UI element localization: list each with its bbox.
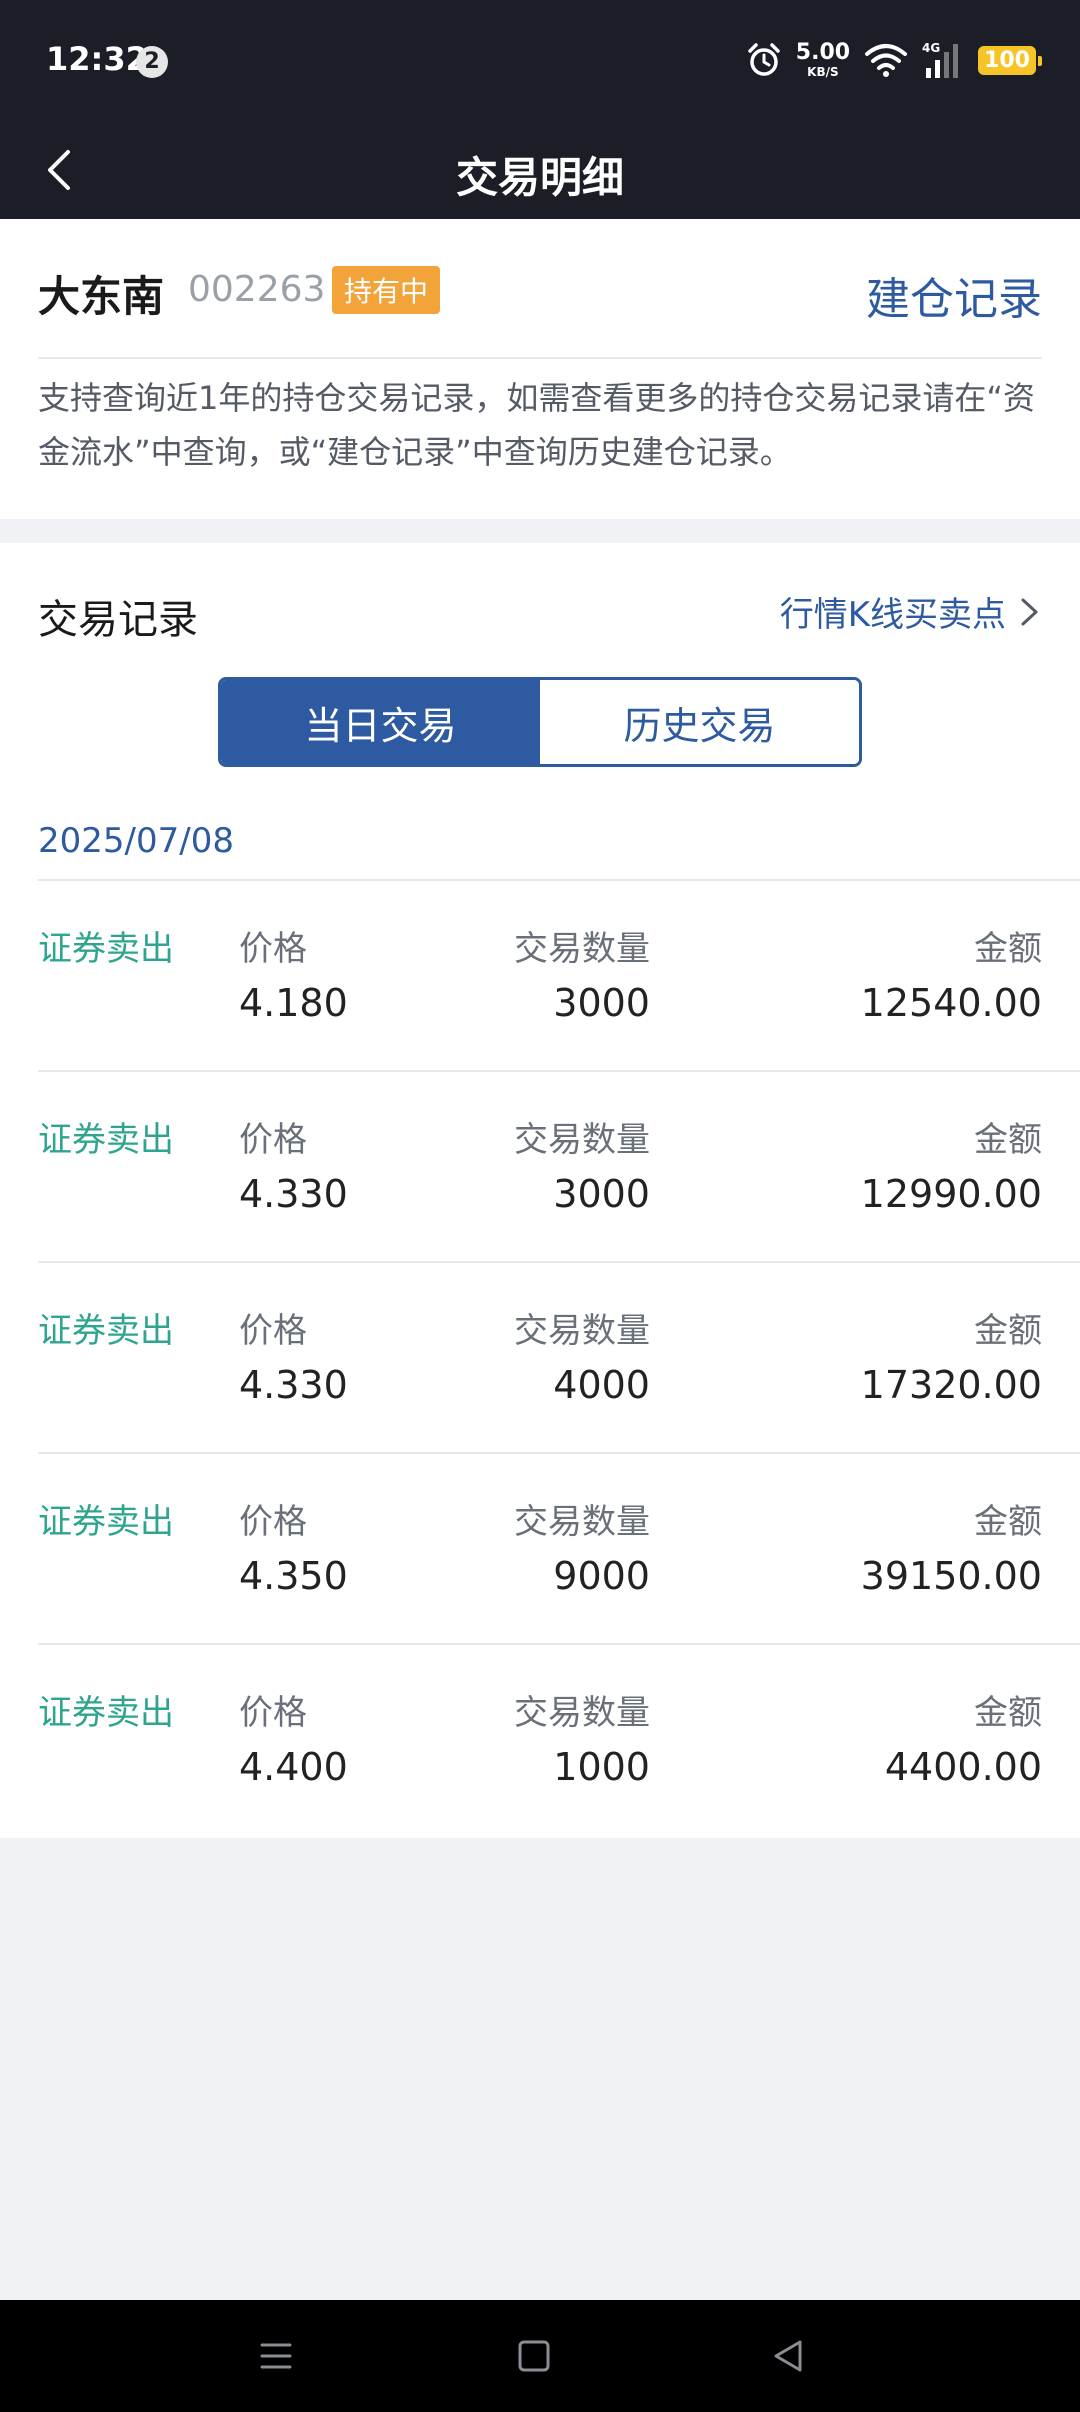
quantity-value: 9000	[553, 1554, 650, 1598]
quantity-label: 交易数量	[514, 1311, 650, 1351]
trade-type: 证券卖出	[38, 1311, 174, 1351]
quantity-value: 4000	[553, 1363, 650, 1407]
amount-label: 金额	[974, 1311, 1042, 1351]
amount-label: 金额	[974, 929, 1042, 969]
net-speed-value: 5.00	[795, 40, 851, 65]
stock-code: 002263	[188, 269, 326, 310]
trade-date: 2025/07/08	[38, 821, 234, 861]
price-label: 价格	[239, 1311, 307, 1351]
battery-icon: 100	[978, 45, 1042, 75]
back-icon[interactable]	[768, 2336, 808, 2376]
home-icon[interactable]	[514, 2336, 554, 2376]
network-type-label: 4G	[922, 41, 940, 55]
divider	[38, 357, 1042, 359]
price-label: 价格	[239, 1693, 307, 1733]
amount-value: 12540.00	[860, 981, 1042, 1025]
signal-icon: 4G	[922, 41, 959, 78]
trade-period-tabs: 当日交易 历史交易	[218, 677, 862, 767]
amount-label: 金额	[974, 1693, 1042, 1733]
alarm-icon	[748, 43, 780, 76]
trade-row[interactable]: 证券卖出 价格 4.350 交易数量 9000 金额 39150.00	[38, 1454, 1080, 1645]
amount-label: 金额	[974, 1120, 1042, 1160]
net-speed: 5.00 KB/S	[795, 40, 851, 79]
notification-count-badge: 2	[136, 46, 168, 78]
trade-type: 证券卖出	[38, 1120, 174, 1160]
price-label: 价格	[239, 1502, 307, 1542]
price-value: 4.350	[239, 1554, 348, 1598]
system-nav-bar	[0, 2300, 1080, 2412]
build-record-link[interactable]: 建仓记录	[866, 263, 1042, 327]
quantity-value: 3000	[553, 981, 650, 1025]
wifi-icon	[865, 44, 908, 77]
stock-info-card: 大东南 002263 持有中 建仓记录 支持查询近1年的持仓交易记录，如需查看更…	[0, 219, 1080, 519]
trade-row[interactable]: 证券卖出 价格 4.330 交易数量 3000 金额 12990.00	[38, 1072, 1080, 1263]
price-value: 4.330	[239, 1363, 348, 1407]
chevron-right-icon	[1021, 598, 1038, 625]
quantity-label: 交易数量	[514, 1120, 650, 1160]
menu-icon[interactable]	[256, 2336, 296, 2376]
amount-value: 17320.00	[860, 1363, 1042, 1407]
trade-row[interactable]: 证券卖出 价格 4.180 交易数量 3000 金额 12540.00	[38, 881, 1080, 1072]
page-title: 交易明细	[455, 153, 624, 202]
net-speed-unit: KB/S	[807, 65, 839, 79]
amount-label: 金额	[974, 1502, 1042, 1542]
price-label: 价格	[239, 929, 307, 969]
trade-type: 证券卖出	[38, 1693, 174, 1733]
holding-status-badge: 持有中	[332, 266, 441, 314]
kline-link-label: 行情K线买卖点	[779, 595, 1006, 635]
tab-today-trades[interactable]: 当日交易	[221, 680, 540, 764]
quantity-label: 交易数量	[514, 1693, 650, 1733]
quantity-value: 3000	[553, 1172, 650, 1216]
status-icons: 5.00 KB/S 4G 100	[746, 38, 1042, 82]
amount-value: 4400.00	[884, 1745, 1042, 1789]
price-value: 4.180	[239, 981, 348, 1025]
trade-records-section: 交易记录 行情K线买卖点 当日交易 历史交易 2025/07/08 证券卖出 价…	[0, 543, 1080, 1838]
trade-row[interactable]: 证券卖出 价格 4.400 交易数量 1000 金额 4400.00	[38, 1645, 1080, 1836]
quantity-value: 1000	[553, 1745, 650, 1789]
trade-type: 证券卖出	[38, 1502, 174, 1542]
amount-value: 39150.00	[860, 1554, 1042, 1598]
status-bar: 12:32 2 5.00 KB/S 4G 100	[0, 0, 1080, 120]
price-value: 4.400	[239, 1745, 348, 1789]
status-time: 12:32	[46, 40, 148, 78]
stock-name: 大东南	[38, 272, 165, 321]
nav-bar: 交易明细	[0, 120, 1080, 219]
price-label: 价格	[239, 1120, 307, 1160]
quantity-label: 交易数量	[514, 1502, 650, 1542]
tab-history-trades[interactable]: 历史交易	[540, 680, 859, 764]
query-notice: 支持查询近1年的持仓交易记录，如需查看更多的持仓交易记录请在“资金流水”中查询，…	[38, 379, 1035, 471]
amount-value: 12990.00	[860, 1172, 1042, 1216]
price-value: 4.330	[239, 1172, 348, 1216]
quantity-label: 交易数量	[514, 929, 650, 969]
records-title: 交易记录	[38, 597, 198, 643]
trade-type: 证券卖出	[38, 929, 174, 969]
kline-buy-sell-link[interactable]: 行情K线买卖点	[780, 587, 1042, 636]
trade-row[interactable]: 证券卖出 价格 4.330 交易数量 4000 金额 17320.00	[38, 1263, 1080, 1454]
